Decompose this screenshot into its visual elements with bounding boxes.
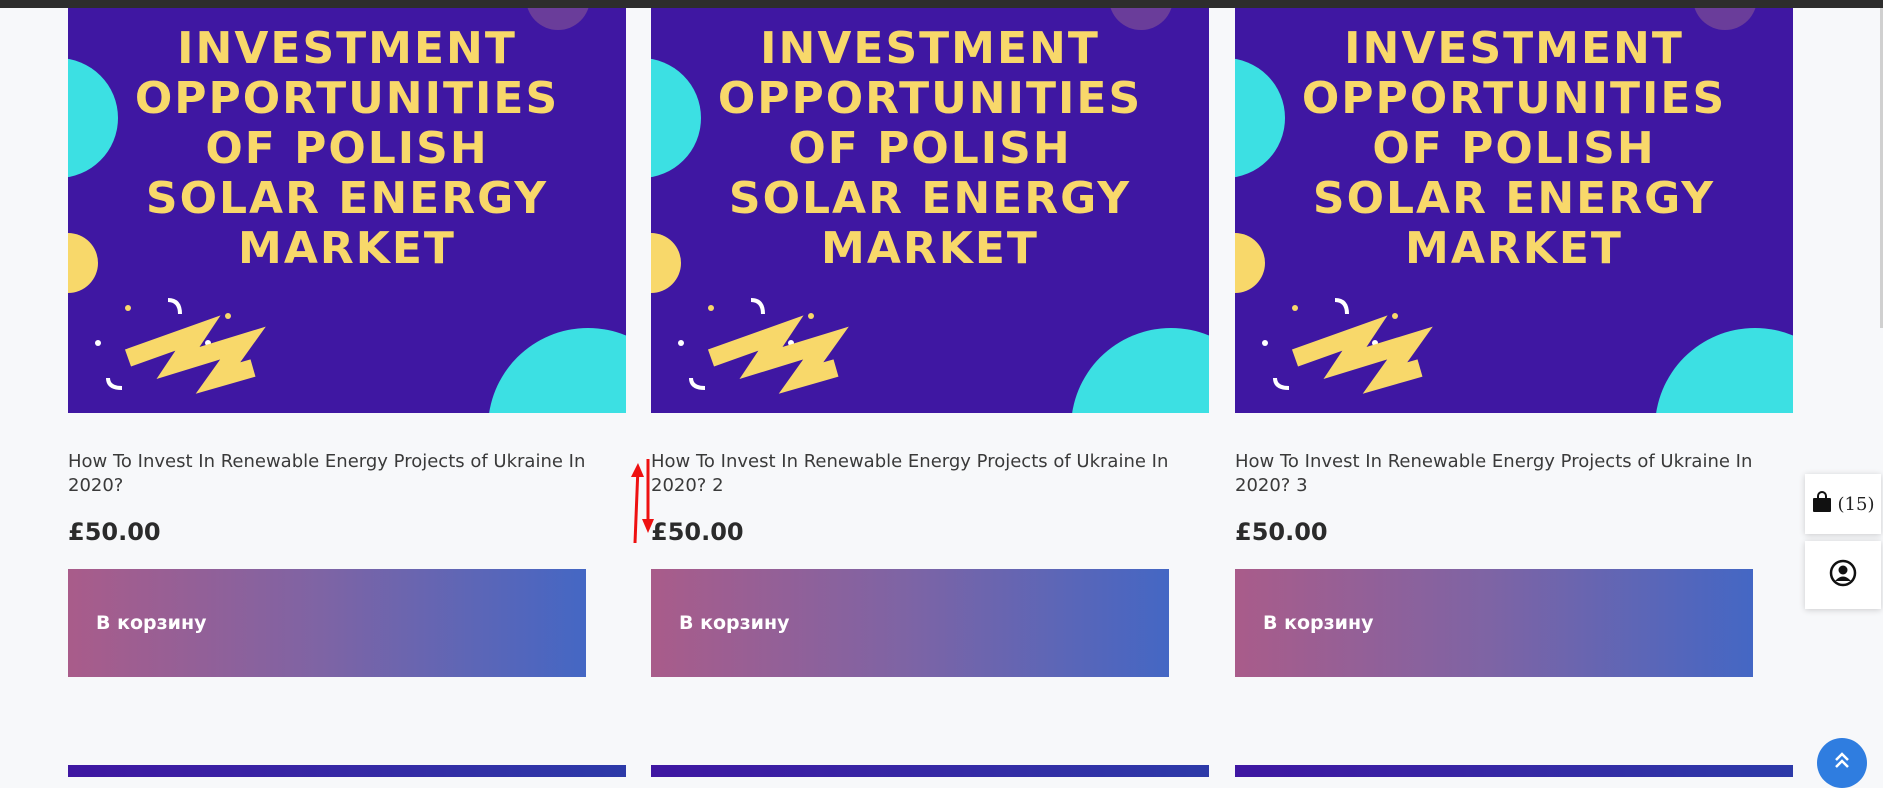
cart-count: (15) <box>1837 493 1875 515</box>
scroll-to-top-button[interactable] <box>1817 738 1867 788</box>
product-card: INVESTMENT OPPORTUNITIES OF POLISH SOLAR… <box>68 8 626 677</box>
product-price: £50.00 <box>68 518 161 546</box>
browser-top-strip <box>0 0 1883 8</box>
product-banner-image[interactable]: INVESTMENT OPPORTUNITIES OF POLISH SOLAR… <box>651 8 1209 413</box>
product-price: £50.00 <box>1235 518 1328 546</box>
product-title[interactable]: How To Invest In Renewable Energy Projec… <box>68 450 626 498</box>
red-up-down-arrows-icon <box>628 455 658 549</box>
user-circle-icon <box>1829 559 1857 591</box>
product-card: INVESTMENT OPPORTUNITIES OF POLISH SOLAR… <box>1235 8 1793 677</box>
product-banner-image[interactable]: INVESTMENT OPPORTUNITIES OF POLISH SOLAR… <box>68 8 626 413</box>
floating-account-widget[interactable] <box>1805 541 1881 609</box>
add-to-cart-label: В корзину <box>96 612 207 634</box>
floating-cart-widget[interactable]: (15) <box>1805 474 1881 534</box>
next-product-banner[interactable] <box>651 765 1209 777</box>
banner-title: INVESTMENT OPPORTUNITIES OF POLISH SOLAR… <box>134 23 560 274</box>
product-price: £50.00 <box>651 518 744 546</box>
banner-title: INVESTMENT OPPORTUNITIES OF POLISH SOLAR… <box>1301 23 1727 274</box>
shopping-bag-icon <box>1812 491 1832 517</box>
product-card: INVESTMENT OPPORTUNITIES OF POLISH SOLAR… <box>651 8 1209 677</box>
product-title[interactable]: How To Invest In Renewable Energy Projec… <box>1235 450 1793 498</box>
double-chevron-up-icon <box>1832 750 1852 773</box>
add-to-cart-label: В корзину <box>1263 612 1374 634</box>
add-to-cart-button[interactable]: В корзину <box>1235 569 1753 677</box>
add-to-cart-label: В корзину <box>679 612 790 634</box>
add-to-cart-button[interactable]: В корзину <box>651 569 1169 677</box>
banner-title: INVESTMENT OPPORTUNITIES OF POLISH SOLAR… <box>717 23 1143 274</box>
next-product-banner[interactable] <box>68 765 626 777</box>
next-product-banner[interactable] <box>1235 765 1793 777</box>
add-to-cart-button[interactable]: В корзину <box>68 569 586 677</box>
product-title[interactable]: How To Invest In Renewable Energy Projec… <box>651 450 1209 498</box>
product-banner-image[interactable]: INVESTMENT OPPORTUNITIES OF POLISH SOLAR… <box>1235 8 1793 413</box>
